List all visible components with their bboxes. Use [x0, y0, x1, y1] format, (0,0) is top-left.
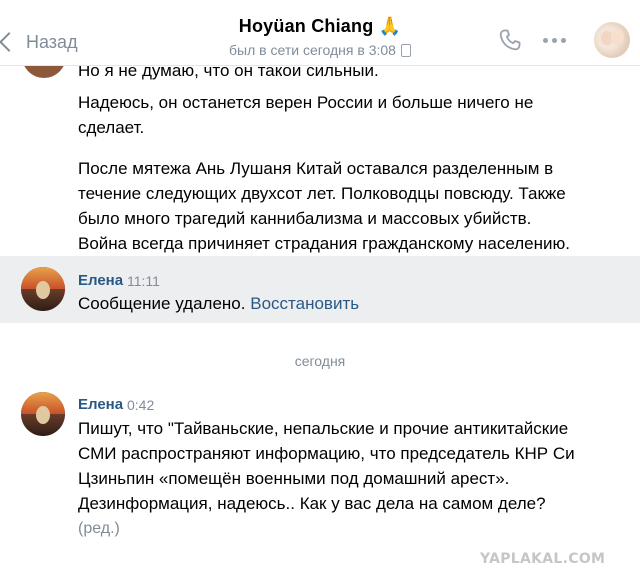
- message-paragraph: После мятежа Ань Лушаня Китай оставался …: [78, 156, 570, 256]
- chevron-left-icon: [0, 32, 19, 52]
- message-line: Пишут, что "Тайваньские, непальские и пр…: [78, 419, 569, 438]
- message-line: было много трагедий каннибализма и массо…: [78, 209, 532, 228]
- contact-avatar[interactable]: [594, 22, 630, 58]
- dot: [552, 38, 557, 43]
- avatar-face: [36, 281, 50, 299]
- more-menu-icon[interactable]: [543, 38, 566, 43]
- deleted-message: Елена 11:11 Сообщение удалено. Восстанов…: [0, 256, 640, 323]
- message-time: 11:11: [127, 273, 160, 289]
- back-label: Назад: [26, 31, 78, 52]
- author-name[interactable]: Елена: [78, 396, 123, 413]
- deleted-line: Сообщение удалено. Восстановить: [78, 291, 359, 316]
- message-line: Дезинформация, надеюсь.. Как у вас дела …: [78, 494, 546, 513]
- chat-header: Назад Hoyüan Chiang 🙏 был в сети сегодня…: [0, 0, 640, 66]
- message-line: СМИ распространяют информацию, что предс…: [78, 444, 575, 463]
- mobile-phone-icon: [400, 43, 411, 57]
- online-status: был в сети сегодня в 3:08: [200, 42, 440, 58]
- message-line: Надеюсь, он останется верен России и бол…: [78, 93, 534, 112]
- message-line: Война всегда причиняет страдания граждан…: [78, 234, 570, 253]
- message-line: Цзиньпин «помещён военными под домашний …: [78, 469, 510, 488]
- message-line: течение следующих двухсот лет. Полководц…: [78, 184, 566, 203]
- avatar-face: [36, 406, 50, 424]
- contact-name: Hoyüan Chiang 🙏: [238, 16, 402, 36]
- message-line: После мятежа Ань Лушаня Китай оставался …: [78, 159, 554, 178]
- date-separator: сегодня: [294, 353, 346, 369]
- online-status-text: был в сети сегодня в 3:08: [229, 42, 396, 58]
- restore-link[interactable]: Восстановить: [250, 294, 359, 313]
- author-name[interactable]: Елена: [78, 272, 123, 289]
- avatar-face: [611, 29, 624, 45]
- message-time: 0:42: [127, 397, 155, 413]
- deleted-text: Сообщение удалено.: [78, 294, 246, 313]
- message-paragraph: Надеюсь, он останется верен России и бол…: [78, 90, 533, 140]
- message-line: сделает.: [78, 118, 145, 137]
- edited-label: (ред.): [78, 520, 120, 537]
- avatar[interactable]: [21, 392, 65, 436]
- back-button[interactable]: Назад: [0, 27, 78, 57]
- watermark: YAPLAKAL.COM: [480, 551, 606, 567]
- avatar[interactable]: [21, 267, 65, 311]
- chat-title-block[interactable]: Hoyüan Chiang 🙏 был в сети сегодня в 3:0…: [200, 16, 440, 58]
- dot: [561, 38, 566, 43]
- dot: [543, 38, 548, 43]
- phone-call-icon[interactable]: [498, 28, 522, 52]
- message-body: Пишут, что "Тайваньские, непальские и пр…: [78, 416, 575, 541]
